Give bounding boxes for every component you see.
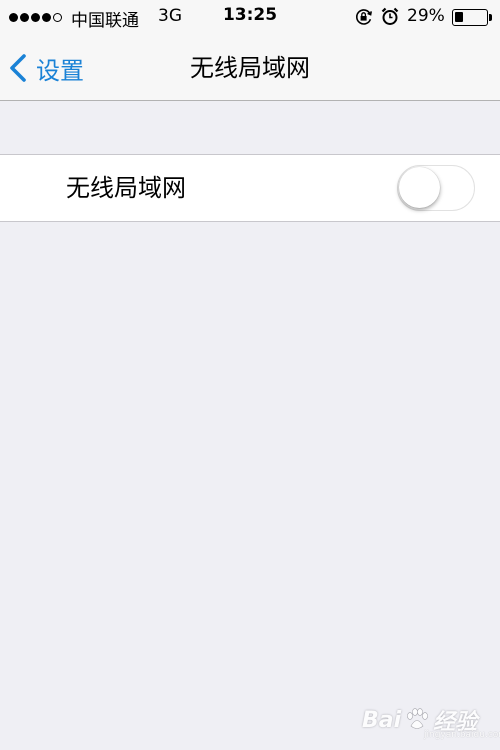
page-title: 无线局域网 bbox=[190, 54, 310, 82]
watermark-url: jingyan.baidu.com bbox=[424, 730, 500, 740]
toggle-knob bbox=[399, 167, 440, 208]
baidu-jingyan-watermark: Bai 经验 jingyan.baidu.com bbox=[362, 700, 500, 741]
battery-percentage: 29% bbox=[407, 6, 445, 26]
battery-body bbox=[452, 9, 488, 26]
battery-icon bbox=[452, 9, 494, 26]
watermark-brand: Bai bbox=[362, 707, 402, 733]
alarm-icon bbox=[381, 7, 399, 25]
wifi-settings-group: 无线局域网 bbox=[0, 154, 500, 222]
wifi-toggle[interactable] bbox=[397, 165, 475, 211]
navigation-bar: 设置 无线局域网 bbox=[0, 36, 500, 101]
battery-fill bbox=[455, 12, 463, 22]
status-bar: 中国联通 3G 13:25 29% bbox=[0, 0, 500, 36]
wifi-cell-label: 无线局域网 bbox=[66, 174, 186, 202]
orientation-lock-icon bbox=[355, 9, 372, 25]
battery-tip bbox=[489, 14, 492, 21]
